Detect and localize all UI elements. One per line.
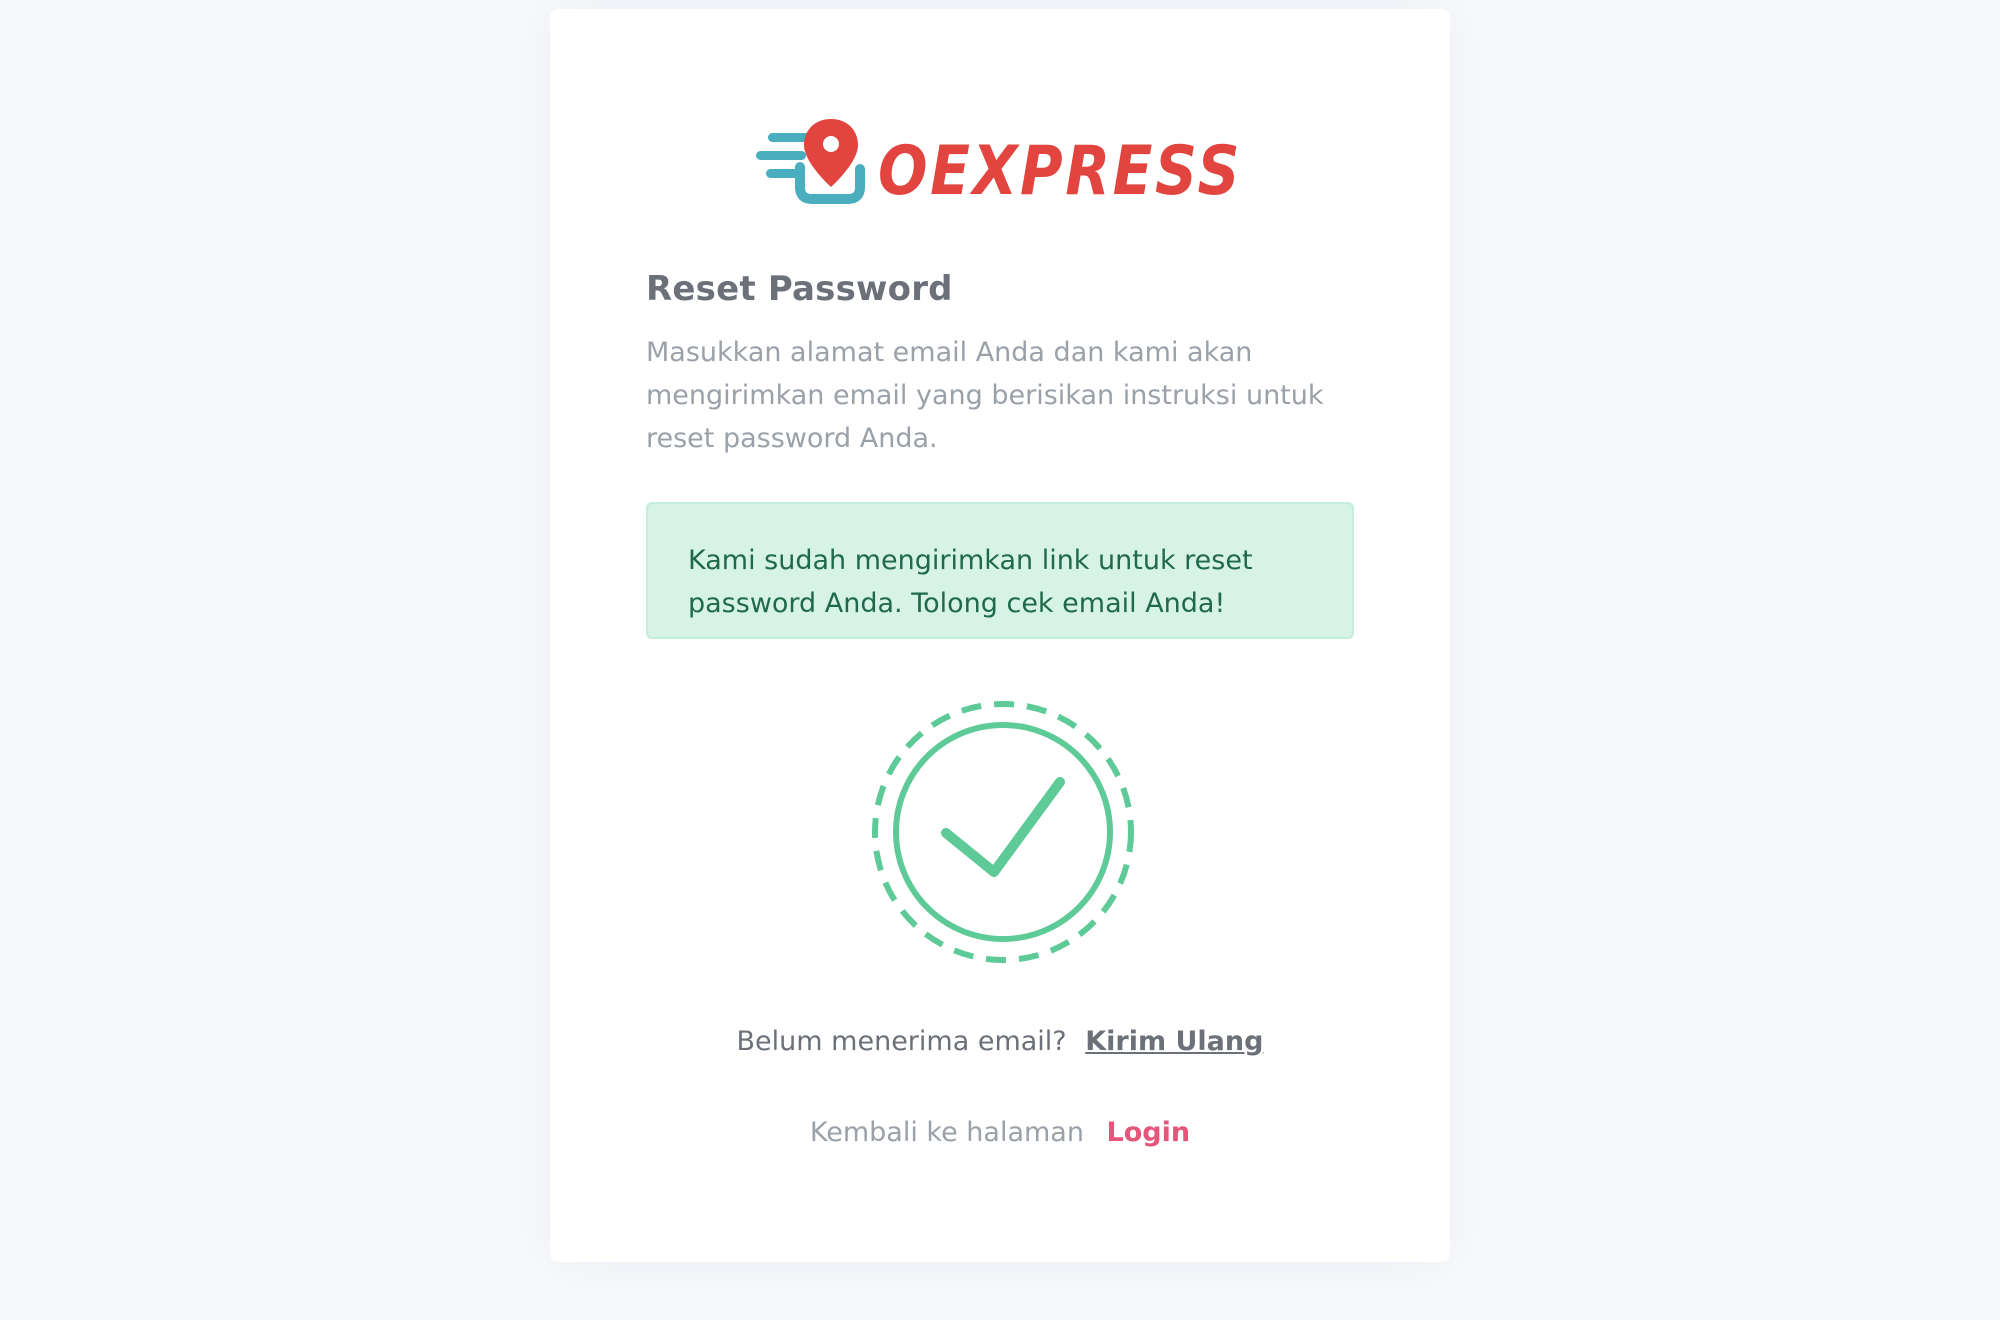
login-link[interactable]: Login xyxy=(1107,1117,1191,1148)
brand-wordmark: OEXPRESS xyxy=(878,132,1242,209)
resend-row: Belum menerima email? Kirim Ulang xyxy=(550,1026,1450,1057)
resend-link[interactable]: Kirim Ulang xyxy=(1085,1026,1263,1057)
success-alert: Kami sudah mengirimkan link untuk reset … xyxy=(646,502,1354,639)
success-alert-message: Kami sudah mengirimkan link untuk reset … xyxy=(688,545,1253,619)
page-title: Reset Password xyxy=(646,269,953,309)
resend-prompt: Belum menerima email? xyxy=(736,1026,1067,1057)
check-circle-icon xyxy=(868,697,1138,967)
reset-password-card: OEXPRESS Reset Password Masukkan alamat … xyxy=(550,9,1450,1262)
page-description: Masukkan alamat email Anda dan kami akan… xyxy=(646,337,1324,454)
back-row: Kembali ke halaman Login xyxy=(550,1117,1450,1148)
back-prompt: Kembali ke halaman xyxy=(809,1117,1084,1148)
oexpress-logo-icon: OEXPRESS xyxy=(756,119,1242,209)
brand-logo: OEXPRESS xyxy=(756,109,1246,209)
